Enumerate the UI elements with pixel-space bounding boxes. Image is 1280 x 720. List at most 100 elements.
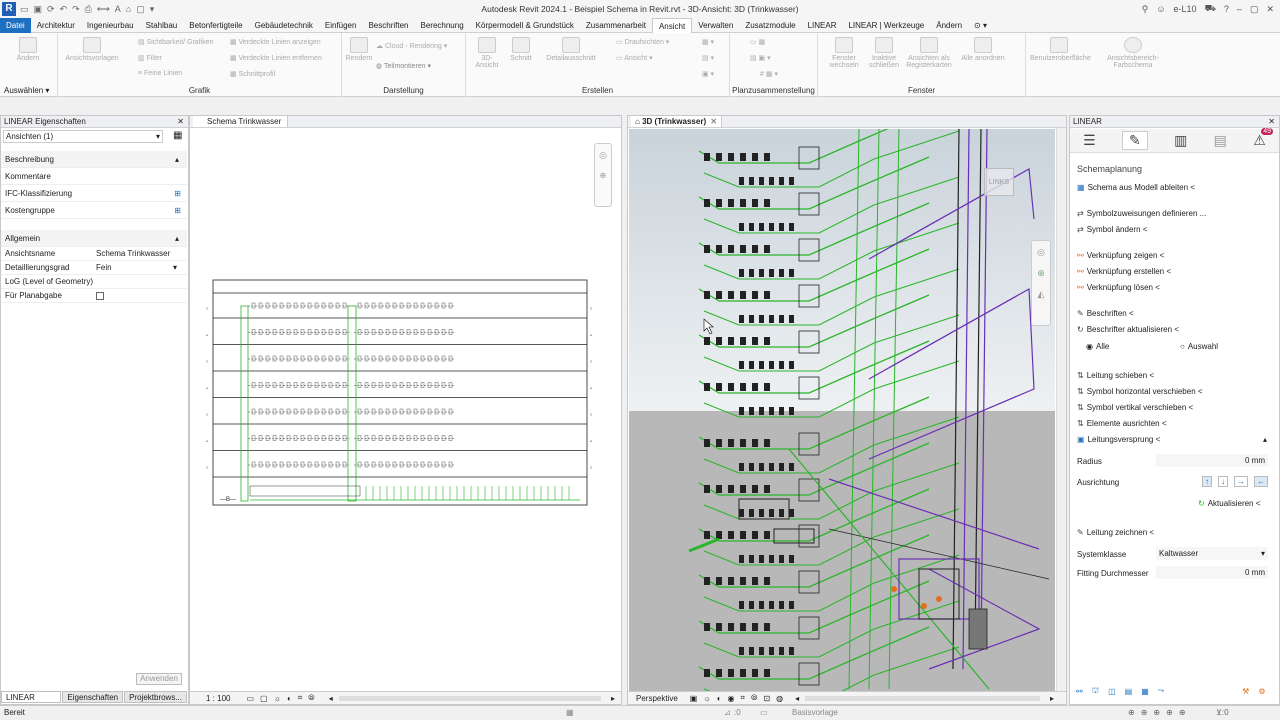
tab-gebäudetechnik[interactable]: Gebäudetechnik [249, 18, 319, 33]
linear-tool-5[interactable]: ⚯ Verknüpfung lösen < [1077, 283, 1160, 292]
reveal-icon[interactable]: ◍ [776, 694, 783, 703]
tab-ändern[interactable]: Ändern [930, 18, 968, 33]
calculator-icon[interactable]: ▤ [1214, 132, 1227, 149]
ansichtsname-value[interactable]: Schema Trinkwasser [96, 247, 170, 261]
hide-icon[interactable]: ⦾ [308, 693, 314, 703]
detail-level-icon[interactable]: ▭ [246, 694, 254, 703]
columns-icon[interactable]: ▥ [1174, 132, 1187, 149]
lock-icon[interactable]: ⊡ [763, 694, 770, 703]
text-icon[interactable]: A [115, 4, 121, 15]
scope-box-button[interactable]: ▣ ▾ [702, 70, 714, 78]
tab-3d-trinkwasser[interactable]: ⌂ 3D (Trinkwasser) ✕ [631, 116, 723, 127]
type-selector[interactable]: Ansichten (1) ▾ [3, 130, 163, 143]
tab-architektur[interactable]: Architektur [31, 18, 81, 33]
linear-tool-7[interactable]: ↻ Beschrifter aktualisieren < [1077, 325, 1179, 334]
tab-ingenieurbau[interactable]: Ingenieurbau [81, 18, 140, 33]
edit-icon[interactable]: ✎ [1122, 131, 1148, 150]
horizontal-scrollbar[interactable] [338, 695, 601, 701]
3d-view[interactable]: ⌂ 3D (Trinkwasser) ✕ LINKS ◎ ⊕ ◭ Perspek… [627, 115, 1067, 705]
wheel-icon[interactable]: ◎ [595, 150, 611, 161]
wheel-icon[interactable]: ◎ [1032, 247, 1050, 258]
systemklasse-input[interactable]: Kaltwasser ▾ [1156, 547, 1268, 560]
radio-alle[interactable]: ◉ Alle [1086, 342, 1109, 351]
ansichtsvorlagen-button[interactable]: Ansichtsvorlagen [64, 37, 120, 62]
revit-logo[interactable]: R [2, 2, 16, 16]
basis-vorlage[interactable]: Basisvorlage [792, 706, 838, 720]
tab-einfügen[interactable]: Einfügen [319, 18, 363, 33]
linear-tool-6[interactable]: ✎ Beschriften < [1077, 309, 1134, 318]
tab-ansicht[interactable]: Ansicht [651, 17, 693, 33]
detailgrad-value[interactable]: Fein [96, 261, 112, 275]
layers-icon[interactable]: ▤ [1125, 687, 1133, 696]
dropdown-icon[interactable]: ▾ [150, 4, 155, 15]
horizontal-scrollbar[interactable] [805, 695, 1040, 701]
tree-icon[interactable]: ⊞ [174, 202, 181, 219]
tab-linear[interactable]: LINEAR [802, 18, 843, 33]
tab-betonfertigteile[interactable]: Betonfertigteile [183, 18, 248, 33]
pipe-icon[interactable]: ⚯ [1076, 687, 1083, 696]
arrow-right-icon[interactable]: → [1234, 476, 1248, 487]
row-log[interactable]: LoG (Level of Geometry) [1, 275, 187, 289]
close-icon[interactable]: ✕ [710, 117, 717, 126]
bottom-tab-2[interactable]: Projektbrows... [124, 691, 187, 703]
minimize-button[interactable]: – [1237, 4, 1242, 14]
fitting-input[interactable]: 0 mm [1156, 566, 1268, 579]
leitungsversprung[interactable]: ▣ Leitungsversprung < [1077, 435, 1160, 444]
alle-anordnen-button[interactable]: Alle anordnen [956, 37, 1010, 62]
schema-canvas[interactable]: ≡ ≡ ≡ ≡ ≡ ≡ ≡ ≡ ≡ ≡ ≡ ≡ ≡ ≡ —B— [190, 128, 621, 694]
sun-path-icon[interactable]: ☼ [274, 694, 281, 703]
tab-beschriften[interactable]: Beschriften [362, 18, 414, 33]
linear-tool-3[interactable]: ⚯ Verknüpfung zeigen < [1077, 251, 1164, 260]
scroll-right-icon[interactable]: ▸ [1050, 694, 1054, 703]
stack-icon[interactable]: ▦ [1141, 687, 1149, 696]
section-allgemein[interactable]: Allgemein ▴ [1, 230, 187, 247]
radius-input[interactable]: 0 mm [1156, 454, 1268, 467]
ansichten-register-button[interactable]: Ansichten als Registerkarten [904, 37, 954, 69]
user-name[interactable]: e-L10 [1174, 4, 1197, 14]
redo-icon[interactable]: ↷ [72, 4, 80, 15]
tab-zusammenarbeit[interactable]: Zusammenarbeit [580, 18, 652, 33]
close-hidden-icon[interactable]: ▢ [136, 4, 145, 15]
tab-linear-werkzeuge[interactable]: LINEAR | Werkzeuge [842, 18, 930, 33]
linear-move-tool-1[interactable]: ⇅ Symbol horizontal verschieben < [1077, 387, 1203, 396]
crop-icon[interactable]: ⌗ [298, 693, 303, 703]
schema-view[interactable]: Schema Trinkwasser ≡ ≡ ≡ ≡ ≡ ≡ ≡ ≡ ≡ ≡ ≡ ≡ ≡ ≡ —B— ◎ ⊕… [189, 115, 622, 705]
rendern-button[interactable]: Rendern [344, 37, 374, 62]
menu-icon[interactable]: ☰ [1083, 132, 1096, 149]
sun-path-icon[interactable]: ☼ [703, 694, 710, 703]
route-icon[interactable]: ⤳ [1158, 686, 1164, 696]
linear-move-tool-3[interactable]: ⇅ Elemente ausrichten < [1077, 419, 1167, 428]
shadows-icon[interactable]: ◐ [287, 694, 292, 703]
scroll-left-icon[interactable]: ◂ [329, 694, 333, 703]
fitting-icon[interactable]: ◫ [1108, 687, 1116, 696]
visual-style-icon[interactable]: ▣ [690, 694, 698, 703]
linear-tool-1[interactable]: ⇄ Symbolzuweisungen definieren ... [1077, 209, 1206, 218]
binoculars-icon[interactable]: ⚲ [1142, 4, 1149, 15]
navigation-bar[interactable]: ◎ ⊕ [594, 143, 612, 207]
sync-icon[interactable]: ⟳ [47, 4, 55, 15]
detailausschnitt-button[interactable]: Detailausschnitt [540, 37, 602, 62]
tab-stahlbau[interactable]: Stahlbau [140, 18, 184, 33]
tab-schema-trinkwasser[interactable]: Schema Trinkwasser [193, 116, 289, 127]
bottom-tab-1[interactable]: Eigenschaften [62, 691, 124, 703]
collapse-icon[interactable]: ▴ [1263, 435, 1267, 444]
help-icon[interactable]: ? [1224, 4, 1229, 14]
draufsichten-button[interactable]: ▭ Draufsichten ▾ [616, 38, 669, 46]
arrow-down-icon[interactable]: ↓ [1218, 476, 1228, 487]
user-icon[interactable]: ☺ [1156, 4, 1165, 14]
row-ansichtsname[interactable]: Ansichtsname Schema Trinkwasser [1, 247, 187, 261]
aktualisieren-button[interactable]: ↻ Aktualisieren < [1198, 499, 1260, 508]
scale-value[interactable]: 1 : 100 [206, 694, 230, 703]
open-icon[interactable]: ▭ [20, 4, 29, 15]
look-icon[interactable]: ◭ [1032, 289, 1050, 300]
3d-navigation-bar[interactable]: ◎ ⊕ ◭ [1031, 240, 1051, 326]
schnittprofil-button[interactable]: ▦ Schnittprofil [230, 70, 275, 78]
design-option-icon[interactable]: ▭ [760, 706, 768, 720]
inaktive-schliessen-button[interactable]: Inaktive schließen [866, 37, 902, 69]
legend-button[interactable]: ▦ ▾ [702, 38, 714, 46]
maximize-button[interactable]: ▢ [1250, 4, 1259, 15]
undo-icon[interactable]: ↶ [60, 4, 68, 15]
filter-icon[interactable]: ⊿ [724, 706, 731, 720]
cart-icon[interactable]: ⛟ [1205, 3, 1216, 15]
farbschema-button[interactable]: Ansichtsbereich-Farbschema [1098, 37, 1168, 69]
